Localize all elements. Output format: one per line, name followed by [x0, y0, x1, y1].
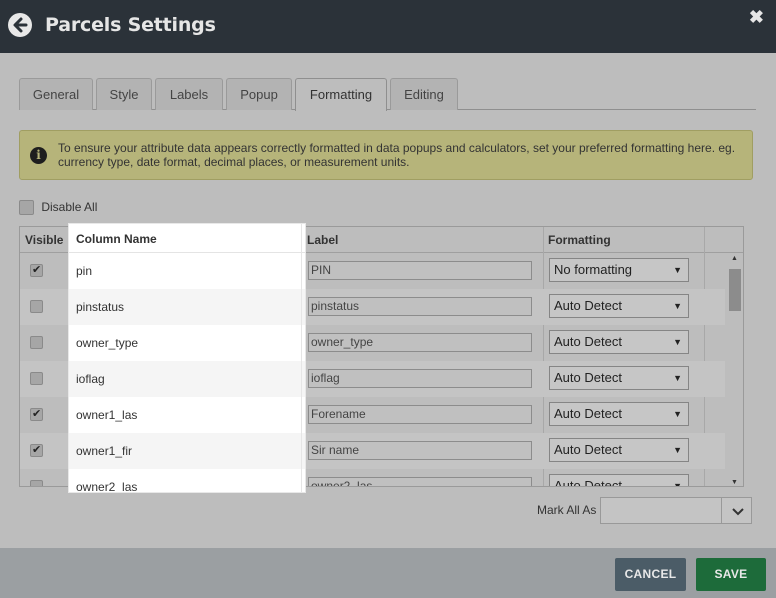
formatting-value: Auto Detect — [554, 370, 622, 385]
label-input[interactable]: Sir name — [308, 441, 532, 460]
formatting-value: Auto Detect — [554, 442, 622, 457]
tab-editing[interactable]: Editing — [390, 78, 458, 110]
formatting-value: Auto Detect — [554, 298, 622, 313]
info-icon: i — [30, 147, 47, 164]
formatting-select[interactable]: Auto Detect ▼ — [549, 438, 689, 462]
scroll-down-icon[interactable]: ▼ — [731, 479, 738, 486]
list-item: owner1_las — [69, 397, 305, 433]
list-item: pinstatus — [69, 289, 305, 325]
visible-checkbox[interactable] — [30, 372, 43, 385]
dropdown-arrow-icon: ▼ — [673, 265, 682, 275]
column-name-highlight: Column Name pin pinstatus owner_type iof… — [68, 223, 306, 493]
list-item: pin — [69, 253, 305, 289]
disable-all-checkbox[interactable] — [19, 200, 34, 216]
tab-formatting[interactable]: Formatting — [295, 78, 387, 111]
formatting-value: Auto Detect — [554, 406, 622, 421]
disable-all-label: Disable All — [41, 200, 98, 214]
list-item: owner1_fir — [69, 433, 305, 469]
cancel-button[interactable]: CANCEL — [615, 558, 686, 591]
mark-all-label: Mark All As — [537, 503, 597, 517]
tab-labels[interactable]: Labels — [155, 78, 223, 110]
header-label[interactable]: Label — [307, 227, 338, 253]
visible-checkbox[interactable] — [30, 300, 43, 313]
column-name: owner2_las — [76, 480, 138, 493]
formatting-select[interactable]: Auto Detect ▼ — [549, 294, 689, 318]
formatting-select[interactable]: Auto Detect ▼ — [549, 366, 689, 390]
select-divider — [721, 498, 722, 523]
visible-checkbox[interactable] — [30, 263, 43, 277]
back-arrow-icon[interactable] — [8, 13, 32, 37]
formatting-value: Auto Detect — [554, 334, 622, 349]
visible-checkbox[interactable] — [30, 443, 43, 457]
dialog-title: Parcels Settings — [45, 14, 216, 36]
header-visible[interactable]: Visible — [25, 227, 63, 253]
dropdown-arrow-icon: ▼ — [673, 481, 682, 487]
dropdown-arrow-icon: ▼ — [673, 301, 682, 311]
label-input[interactable]: owner2_las — [308, 477, 532, 486]
label-input[interactable]: Forename — [308, 405, 532, 424]
formatting-select[interactable]: Auto Detect ▼ — [549, 402, 689, 426]
formatting-value: Auto Detect — [554, 478, 622, 487]
label-input[interactable]: ioflag — [308, 369, 532, 388]
formatting-select[interactable]: No formatting ▼ — [549, 258, 689, 282]
close-icon[interactable]: ✖ — [749, 7, 764, 28]
label-input[interactable]: pinstatus — [308, 297, 532, 316]
save-button[interactable]: SAVE — [696, 558, 766, 591]
formatting-select[interactable]: Auto Detect ▼ — [549, 330, 689, 354]
tab-popup[interactable]: Popup — [226, 78, 292, 110]
dropdown-arrow-icon: ▼ — [673, 409, 682, 419]
scroll-up-icon[interactable]: ▲ — [731, 255, 738, 262]
tab-bar: General Style Labels Popup Formatting Ed… — [19, 78, 756, 111]
tab-style[interactable]: Style — [96, 78, 152, 110]
list-item: ioflag — [69, 361, 305, 397]
visible-checkbox[interactable] — [30, 407, 43, 421]
label-input[interactable]: owner_type — [308, 333, 532, 352]
column-name: owner1_las — [76, 408, 138, 422]
mark-all-select[interactable] — [600, 497, 752, 524]
label-input[interactable]: PIN — [308, 261, 532, 280]
vertical-scrollbar[interactable]: ▲ ▼ — [725, 253, 743, 486]
tab-general[interactable]: General — [19, 78, 93, 110]
header-column-name-highlighted: Column Name — [76, 232, 157, 246]
dialog-footer: CANCEL SAVE — [0, 548, 776, 598]
scrollbar-thumb[interactable] — [729, 269, 741, 311]
list-item: owner2_las — [69, 469, 305, 493]
info-notice: i To ensure your attribute data appears … — [19, 130, 753, 180]
visible-checkbox[interactable] — [30, 480, 43, 486]
chevron-down-icon[interactable] — [731, 504, 745, 518]
header-formatting[interactable]: Formatting — [548, 227, 611, 253]
visible-checkbox[interactable] — [30, 336, 43, 349]
dialog-header: Parcels Settings ✖ — [0, 0, 776, 53]
highlight-header: Column Name — [69, 224, 305, 253]
formatting-value: No formatting — [554, 262, 633, 277]
dropdown-arrow-icon: ▼ — [673, 337, 682, 347]
notice-text: To ensure your attribute data appears co… — [58, 141, 736, 169]
dropdown-arrow-icon: ▼ — [673, 445, 682, 455]
column-name: pin — [76, 264, 93, 278]
column-name: pinstatus — [76, 300, 125, 314]
dropdown-arrow-icon: ▼ — [673, 373, 682, 383]
column-name: ioflag — [76, 372, 105, 386]
column-name: owner1_fir — [76, 444, 133, 458]
disable-all-toggle[interactable]: Disable All — [19, 200, 98, 216]
column-divider — [301, 224, 302, 492]
list-item: owner_type — [69, 325, 305, 361]
column-name: owner_type — [76, 336, 139, 350]
formatting-select[interactable]: Auto Detect ▼ — [549, 474, 689, 487]
